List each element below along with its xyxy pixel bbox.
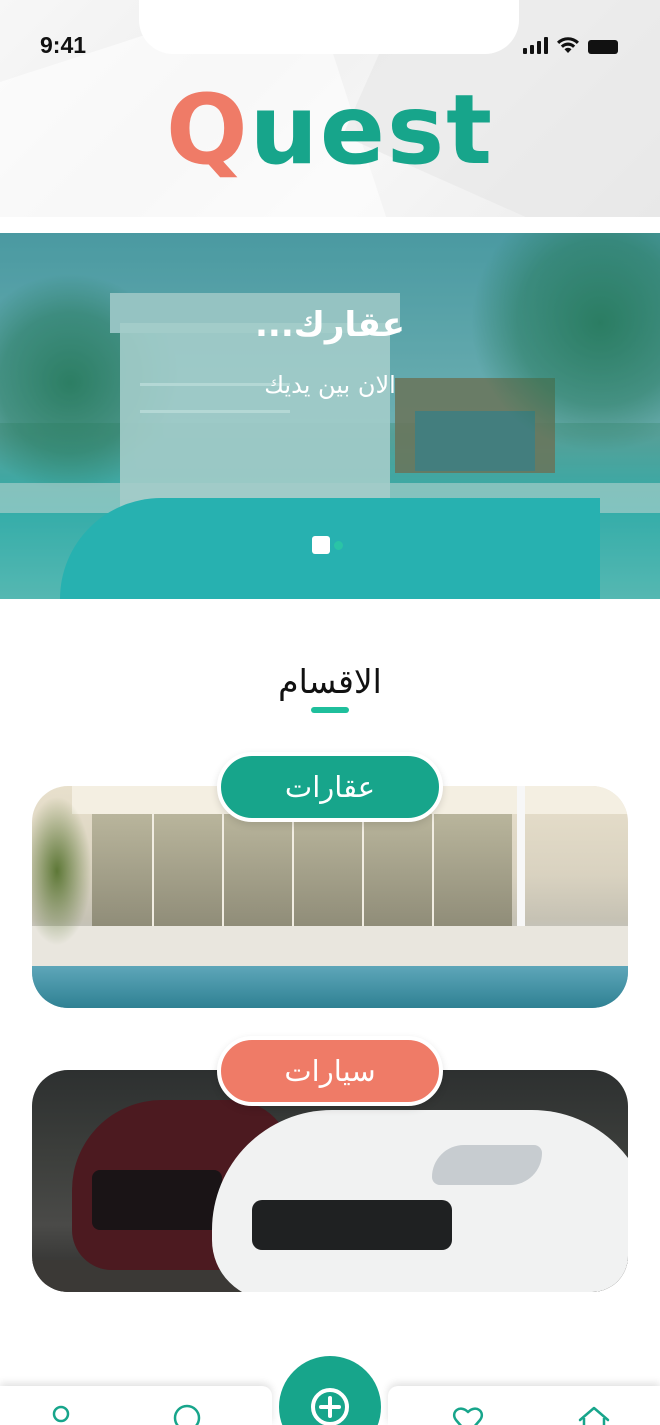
profile-icon[interactable] (45, 1404, 77, 1425)
status-icons (523, 36, 618, 54)
status-time: 9:41 (40, 32, 87, 58)
section-title: الاقسام (278, 662, 382, 701)
add-listing-button[interactable] (279, 1356, 381, 1425)
category-button-cars[interactable]: سيارات (217, 1036, 443, 1106)
add-circle-icon (311, 1388, 349, 1425)
slider-pagination[interactable] (312, 536, 343, 554)
cars-red-grille (92, 1170, 222, 1230)
hero-banner[interactable]: عقارك... الان بين يديك (0, 233, 660, 599)
hero-title: عقارك... (255, 305, 405, 345)
estates-plant (32, 796, 92, 946)
wifi-icon (557, 37, 579, 53)
cars-white-headlight (432, 1145, 542, 1185)
tab-bar-right (388, 1386, 660, 1425)
slider-dot-active[interactable] (312, 536, 330, 554)
estates-glass-wall (92, 814, 512, 934)
hero-subtitle: الان بين يديك (264, 371, 396, 399)
tab-bar-left (0, 1386, 272, 1425)
heart-icon[interactable] (452, 1404, 484, 1425)
logo-q: Q (165, 74, 250, 186)
quest-logo: Quest (0, 82, 660, 178)
search-icon[interactable] (171, 1404, 203, 1425)
estates-terrace (32, 926, 628, 971)
battery-icon (588, 40, 618, 54)
device-notch (139, 0, 519, 54)
app-header: 9:41 Quest (0, 0, 660, 217)
cellular-signal-icon (523, 36, 548, 54)
logo-rest: uest (249, 74, 495, 186)
slider-dot[interactable] (334, 540, 343, 550)
estates-pool (32, 966, 628, 1008)
home-icon[interactable] (578, 1404, 610, 1425)
section-underline (311, 707, 349, 713)
category-button-estates[interactable]: عقارات (217, 752, 443, 822)
cars-white-grille (252, 1200, 452, 1250)
